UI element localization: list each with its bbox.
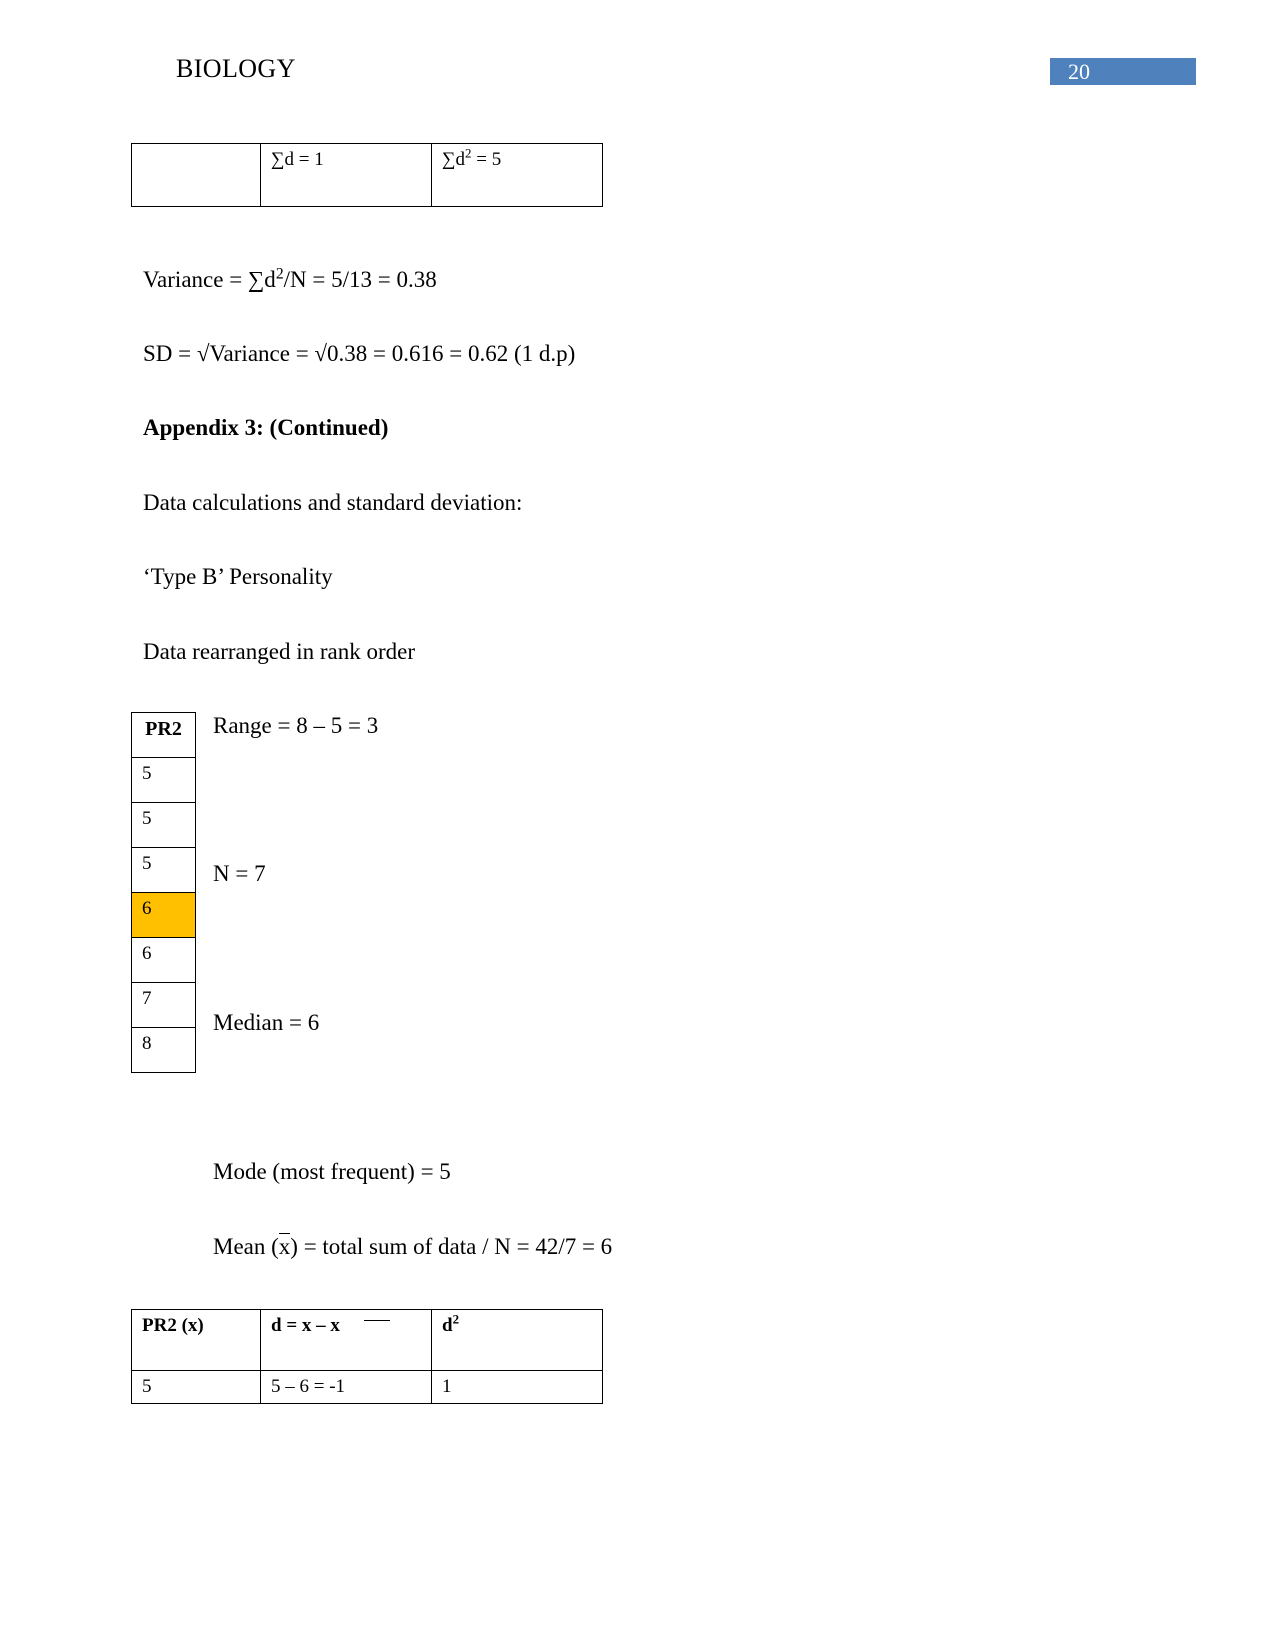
table-row: PR2 (131, 712, 196, 758)
mean-suffix: ) = total sum of data / N = 42/7 = 6 (290, 1234, 613, 1259)
table-row: 6 (131, 937, 196, 983)
deviation-table: PR2 (x) d = x – x d2 5 5 – 6 = -1 1 (131, 1309, 603, 1404)
rank-cell: 5 (131, 847, 196, 893)
x-bar-overline (363, 1319, 390, 1321)
range-annotation: Range = 8 – 5 = 3 (213, 713, 379, 738)
mean-prefix: Mean ( (213, 1234, 279, 1259)
mean-x-bar-symbol: x (278, 1233, 291, 1259)
table-row: 5 5 – 6 = -1 1 (131, 1370, 603, 1404)
rank-cell: 5 (131, 802, 196, 848)
standard-deviation-line: SD = √Variance = √0.38 = 0.616 = 0.62 (1… (143, 341, 576, 366)
rank-order-line: Data rearranged in rank order (143, 639, 416, 664)
table-row: 6 (131, 892, 196, 938)
table-row: ∑d = 1 ∑d2 = 5 (131, 143, 603, 207)
deviation-header-d: d = x – x (260, 1309, 432, 1371)
sum-cell-empty (131, 143, 261, 207)
sum-cell-sum-d-squared: ∑d2 = 5 (431, 143, 603, 207)
page-title: BIOLOGY (176, 54, 296, 83)
appendix-heading: Appendix 3: (Continued) (143, 415, 389, 440)
deviation-cell-x: 5 (131, 1370, 261, 1404)
rank-cell: 6 (131, 937, 196, 983)
table-row: 5 (131, 757, 196, 803)
rank-cell: 5 (131, 757, 196, 803)
median-annotation: Median = 6 (213, 1010, 320, 1035)
rank-cell: 7 (131, 982, 196, 1028)
rank-cell: 8 (131, 1027, 196, 1073)
rank-order-table: PR2 5 5 5 6 6 7 8 (131, 712, 196, 1073)
deviation-header-d-squared: d2 (431, 1309, 603, 1371)
deviation-cell-d: 5 – 6 = -1 (260, 1370, 432, 1404)
table-row: 5 (131, 802, 196, 848)
variance-line: Variance = ∑d2/N = 5/13 = 0.38 (143, 265, 437, 292)
data-calculations-line: Data calculations and standard deviation… (143, 490, 523, 515)
table-row: 5 (131, 847, 196, 893)
rank-table-header: PR2 (131, 712, 196, 758)
mean-annotation: Mean (x) = total sum of data / N = 42/7 … (213, 1232, 612, 1262)
table-row: 7 (131, 982, 196, 1028)
sample-size-annotation: N = 7 (213, 861, 266, 886)
mode-annotation: Mode (most frequent) = 5 (213, 1159, 451, 1184)
page-number-badge: 20 (1050, 58, 1196, 85)
deviation-header-d-text: d = x – x (271, 1315, 340, 1336)
summation-table: ∑d = 1 ∑d2 = 5 (131, 143, 603, 207)
page-number-label: 20 (1068, 59, 1090, 84)
sum-cell-sum-d: ∑d = 1 (260, 143, 432, 207)
rank-cell-median-highlighted: 6 (131, 892, 196, 938)
deviation-cell-d-squared: 1 (431, 1370, 603, 1404)
type-b-personality-line: ‘Type B’ Personality (143, 564, 333, 589)
table-row: 8 (131, 1027, 196, 1073)
deviation-header-x: PR2 (x) (131, 1309, 261, 1371)
table-header-row: PR2 (x) d = x – x d2 (131, 1309, 603, 1371)
document-page: BIOLOGY 20 ∑d = 1 ∑d2 = 5 Variance = ∑d2… (0, 0, 1275, 1650)
